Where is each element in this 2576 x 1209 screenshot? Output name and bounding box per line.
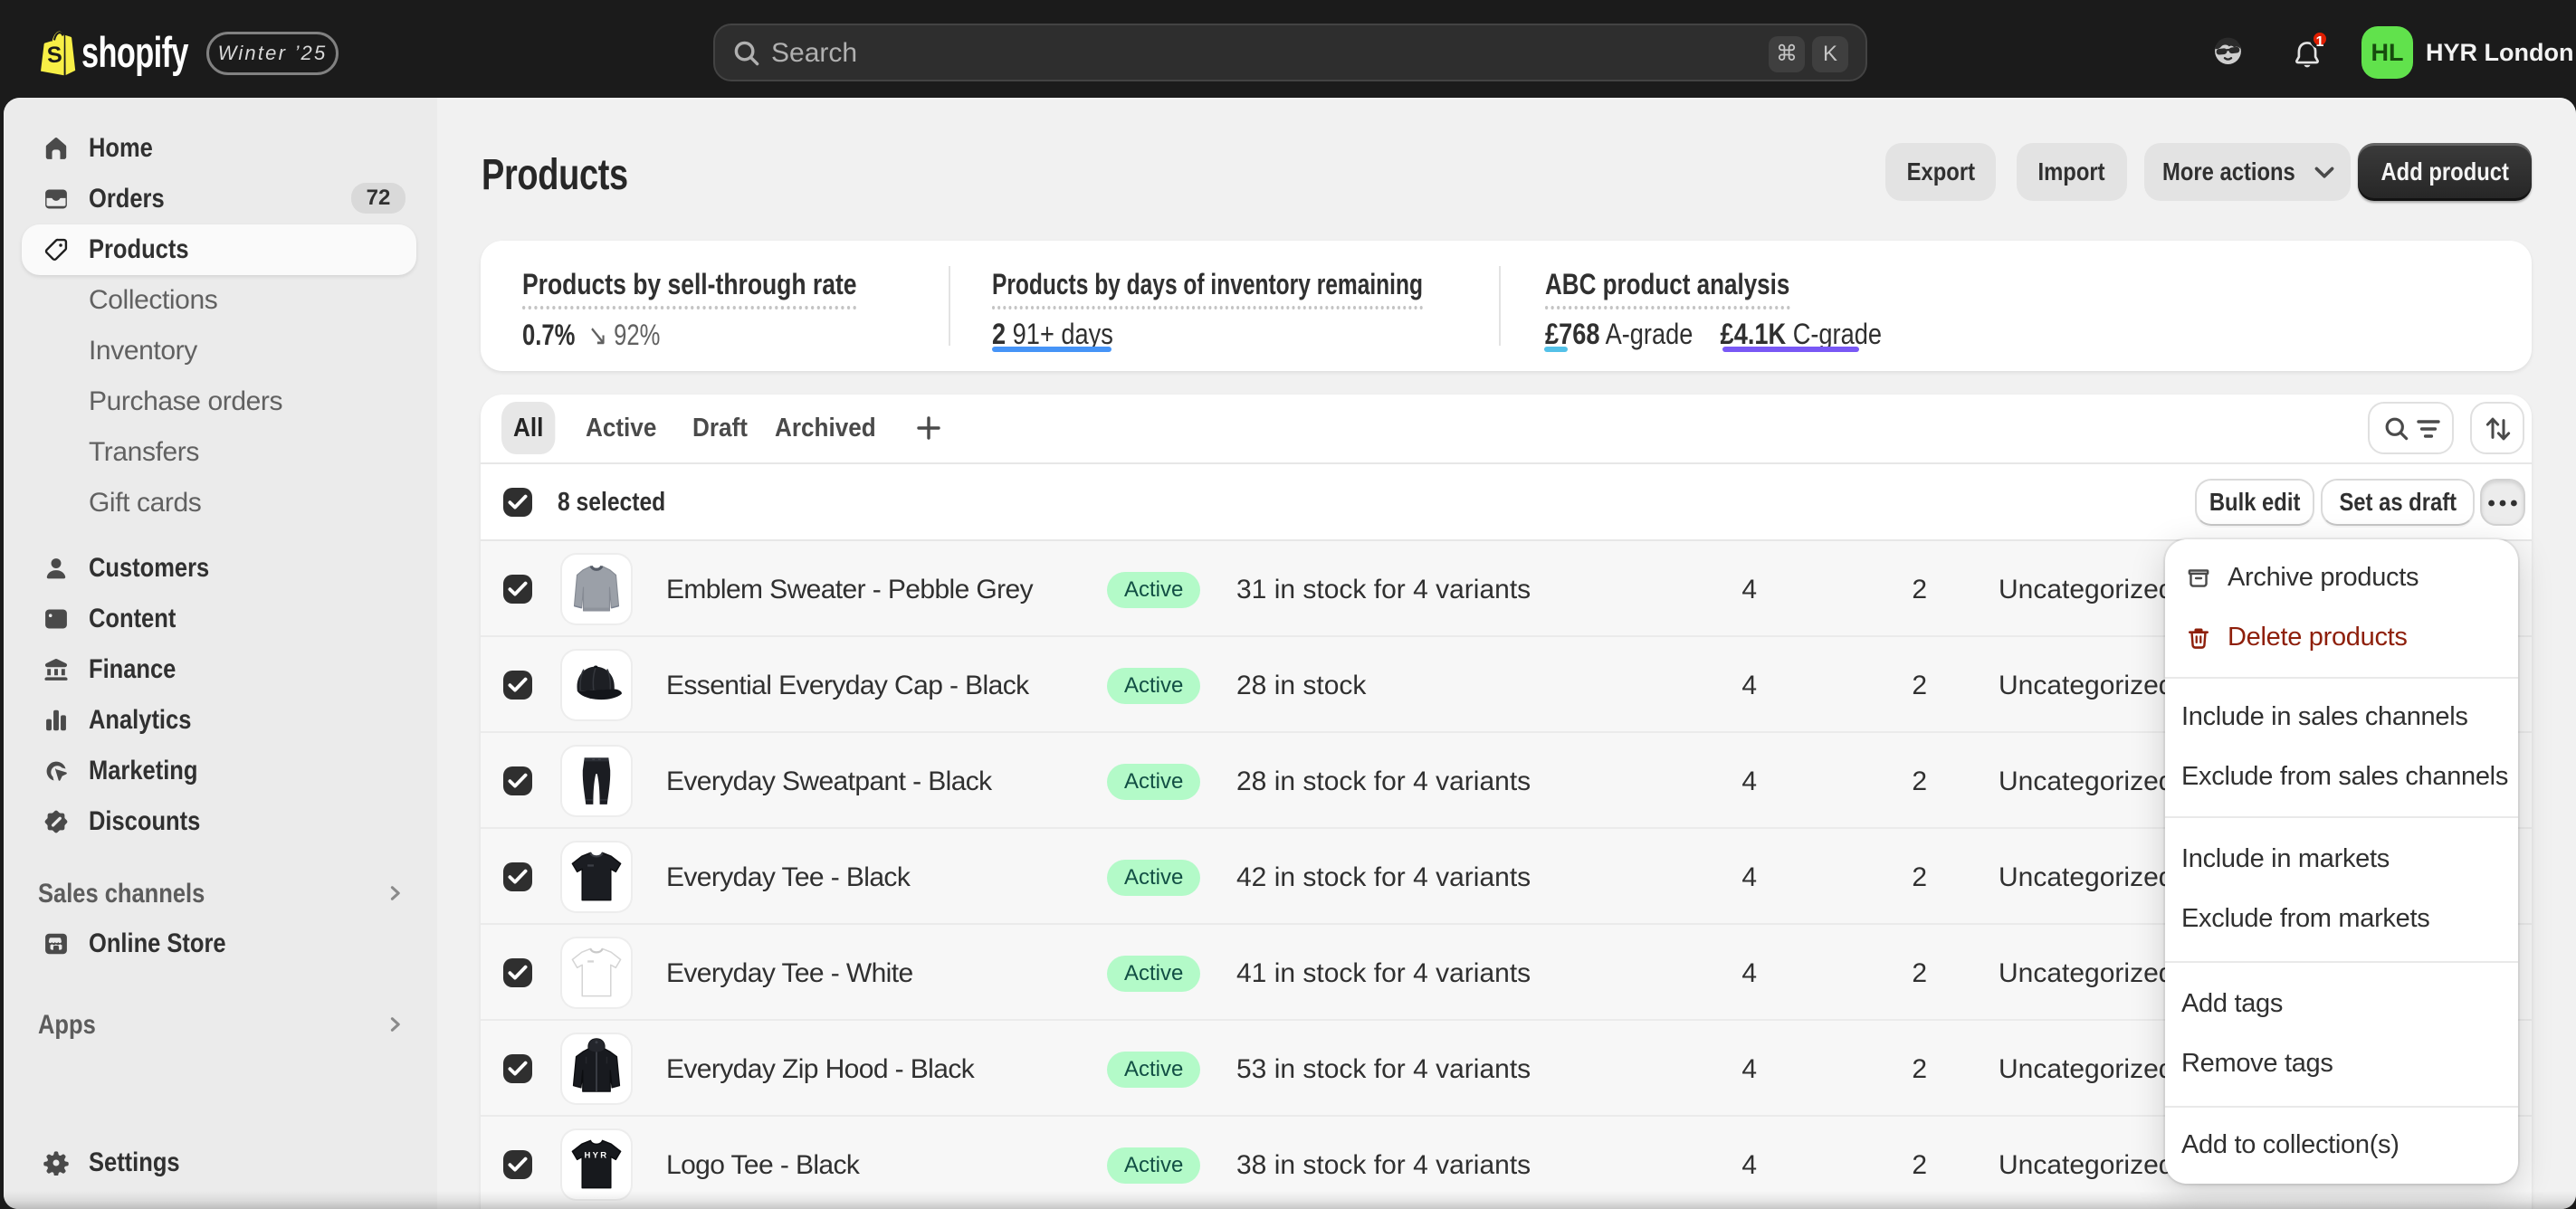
svg-text:S: S <box>46 42 63 68</box>
svg-text:HYR: HYR <box>585 1150 609 1160</box>
